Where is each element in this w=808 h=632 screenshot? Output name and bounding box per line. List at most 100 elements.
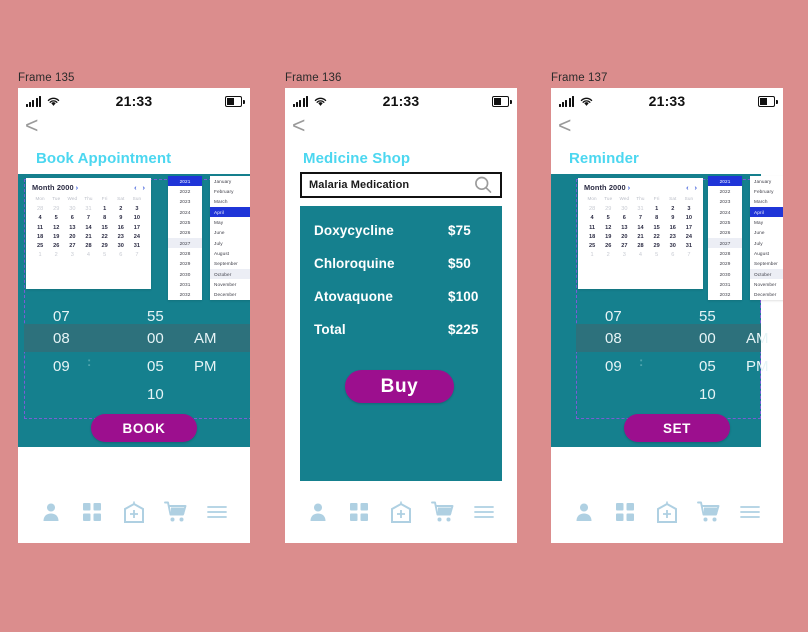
calendar-day[interactable]: 9 bbox=[665, 215, 681, 221]
calendar-day[interactable]: 8 bbox=[97, 215, 113, 221]
month-option[interactable]: November bbox=[210, 279, 250, 289]
calendar-day[interactable]: 7 bbox=[129, 252, 145, 258]
calendar-day[interactable]: 15 bbox=[97, 225, 113, 231]
calendar-day[interactable]: 23 bbox=[665, 234, 681, 240]
month-option[interactable]: October bbox=[210, 268, 250, 280]
minute-option[interactable]: 05 bbox=[699, 358, 716, 375]
calendar-day[interactable]: 5 bbox=[97, 252, 113, 258]
calendar-day[interactable]: 22 bbox=[97, 234, 113, 240]
calendar-day[interactable]: 1 bbox=[584, 252, 600, 258]
calendar-day[interactable]: 14 bbox=[632, 225, 648, 231]
calendar-day[interactable]: 29 bbox=[97, 243, 113, 249]
year-option[interactable]: 2021 bbox=[168, 176, 202, 187]
back-chevron-icon[interactable]: < bbox=[292, 114, 310, 137]
medicine-row[interactable]: Atovaquone $100 bbox=[300, 284, 502, 308]
time-row-next2[interactable]: 10 bbox=[24, 380, 250, 408]
calendar-day[interactable]: 28 bbox=[32, 206, 48, 212]
calendar-day[interactable]: 30 bbox=[616, 206, 632, 212]
home-icon[interactable] bbox=[655, 500, 679, 524]
calendar-day[interactable]: 25 bbox=[32, 243, 48, 249]
calendar-day[interactable]: 23 bbox=[113, 234, 129, 240]
month-option[interactable]: May bbox=[210, 217, 250, 227]
calendar-day[interactable]: 6 bbox=[616, 215, 632, 221]
year-option[interactable]: 2031 bbox=[168, 279, 202, 289]
year-option[interactable]: 2024 bbox=[168, 207, 202, 217]
calendar-day[interactable]: 9 bbox=[113, 215, 129, 221]
calendar-card[interactable]: Month 2000› ‹ › Mon Tue Wed Thu Fri Sat bbox=[578, 178, 703, 289]
home-icon[interactable] bbox=[122, 500, 146, 524]
calendar-day[interactable]: 11 bbox=[584, 225, 600, 231]
calendar-day[interactable]: 4 bbox=[80, 252, 96, 258]
calendar-day[interactable]: 1 bbox=[97, 206, 113, 212]
calendar-day[interactable]: 11 bbox=[32, 225, 48, 231]
month-option[interactable]: July bbox=[210, 238, 250, 248]
person-icon[interactable] bbox=[572, 500, 596, 524]
year-option[interactable]: 2026 bbox=[168, 228, 202, 238]
hour-option-selected[interactable]: 08 bbox=[605, 330, 622, 347]
calendar-day[interactable]: 12 bbox=[48, 225, 64, 231]
calendar-day[interactable]: 25 bbox=[584, 243, 600, 249]
calendar-day[interactable]: 18 bbox=[32, 234, 48, 240]
calendar-prev-icon[interactable]: ‹ bbox=[686, 183, 688, 192]
calendar-day[interactable]: 3 bbox=[681, 206, 697, 212]
calendar-day[interactable]: 7 bbox=[80, 215, 96, 221]
month-option[interactable]: April bbox=[210, 206, 250, 218]
calendar-day[interactable]: 27 bbox=[616, 243, 632, 249]
calendar-day[interactable]: 10 bbox=[129, 215, 145, 221]
year-option[interactable]: 2028 bbox=[708, 248, 742, 258]
person-icon[interactable] bbox=[39, 500, 63, 524]
menu-icon[interactable] bbox=[205, 500, 229, 524]
time-row-next[interactable]: 09 05 PM bbox=[24, 352, 250, 380]
grid-icon[interactable] bbox=[80, 500, 104, 524]
calendar-day[interactable]: 2 bbox=[48, 252, 64, 258]
calendar-day[interactable]: 28 bbox=[632, 243, 648, 249]
month-option[interactable]: September bbox=[750, 259, 783, 269]
calendar-day[interactable]: 6 bbox=[665, 252, 681, 258]
meridiem-option-selected[interactable]: AM bbox=[194, 330, 217, 347]
calendar-day[interactable]: 30 bbox=[64, 206, 80, 212]
month-option[interactable]: January bbox=[750, 176, 783, 186]
time-picker[interactable]: 07 55 08 00 AM : 09 05 PM 10 bbox=[576, 302, 769, 419]
calendar-day[interactable]: 29 bbox=[48, 206, 64, 212]
calendar-day[interactable]: 3 bbox=[129, 206, 145, 212]
calendar-prev-icon[interactable]: ‹ bbox=[134, 183, 136, 192]
calendar-day[interactable]: 4 bbox=[584, 215, 600, 221]
year-option[interactable]: 2031 bbox=[708, 279, 742, 289]
time-row-next[interactable]: 09 05 PM bbox=[576, 352, 769, 380]
year-option[interactable]: 2027 bbox=[168, 237, 202, 249]
calendar-day[interactable]: 15 bbox=[649, 225, 665, 231]
search-icon[interactable] bbox=[473, 175, 493, 195]
month-option[interactable]: September bbox=[210, 259, 250, 269]
calendar-day[interactable]: 24 bbox=[681, 234, 697, 240]
year-option[interactable]: 2022 bbox=[168, 186, 202, 196]
calendar-card[interactable]: Month 2000› ‹ › Mon Tue Wed Thu Fri Sat bbox=[26, 178, 151, 289]
calendar-day[interactable]: 7 bbox=[681, 252, 697, 258]
calendar-day[interactable]: 6 bbox=[113, 252, 129, 258]
cart-icon[interactable] bbox=[163, 500, 188, 524]
calendar-day[interactable]: 5 bbox=[48, 215, 64, 221]
grid-icon[interactable] bbox=[347, 500, 371, 524]
year-option[interactable]: 2024 bbox=[708, 207, 742, 217]
calendar-day[interactable]: 28 bbox=[80, 243, 96, 249]
medicine-row[interactable]: Doxycycline $75 bbox=[300, 218, 502, 242]
calendar-day[interactable]: 6 bbox=[64, 215, 80, 221]
calendar-day[interactable]: 31 bbox=[80, 206, 96, 212]
calendar-day[interactable]: 19 bbox=[600, 234, 616, 240]
calendar-day[interactable]: 29 bbox=[600, 206, 616, 212]
calendar-day[interactable]: 30 bbox=[665, 243, 681, 249]
meridiem-option-selected[interactable]: AM bbox=[746, 330, 769, 347]
month-option[interactable]: March bbox=[210, 197, 250, 207]
calendar-day[interactable]: 7 bbox=[632, 215, 648, 221]
year-option[interactable]: 2032 bbox=[708, 290, 742, 300]
year-option[interactable]: 2025 bbox=[708, 217, 742, 227]
minute-option[interactable]: 05 bbox=[147, 358, 164, 375]
calendar-day[interactable]: 31 bbox=[129, 243, 145, 249]
home-icon[interactable] bbox=[389, 500, 413, 524]
cart-icon[interactable] bbox=[430, 500, 455, 524]
back-chevron-icon[interactable]: < bbox=[558, 114, 576, 137]
month-picker[interactable]: January February March April May June Ju… bbox=[750, 176, 783, 300]
calendar-day[interactable]: 5 bbox=[649, 252, 665, 258]
calendar-day[interactable]: 26 bbox=[600, 243, 616, 249]
calendar-day[interactable]: 2 bbox=[113, 206, 129, 212]
time-row-selected[interactable]: 08 00 AM bbox=[576, 324, 769, 352]
